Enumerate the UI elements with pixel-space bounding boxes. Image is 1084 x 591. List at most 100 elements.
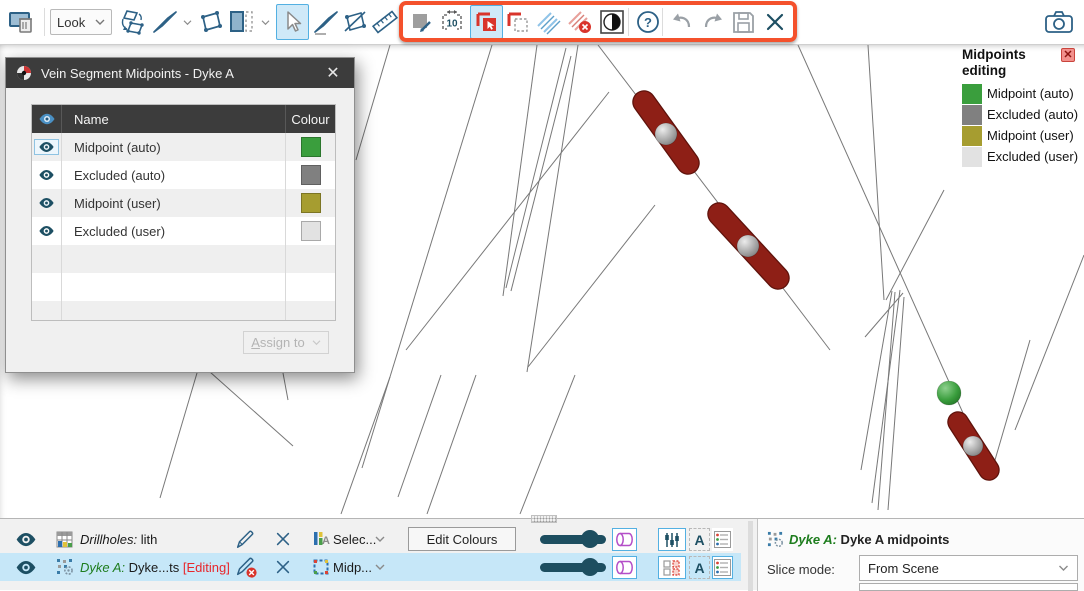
remove-object-button[interactable]: [274, 553, 292, 581]
select-similar-button[interactable]: [534, 7, 564, 37]
clear-scene-icon: [8, 9, 35, 36]
drillhole-trace-line: [520, 375, 575, 514]
draw-selection-tool-button[interactable]: [407, 7, 437, 37]
slice-mode-dropdown[interactable]: From Scene: [859, 555, 1078, 581]
legend-item: Excluded (auto): [956, 104, 1084, 125]
select-display-button[interactable]: [658, 556, 686, 579]
visibility-eye-button[interactable]: [14, 553, 38, 581]
close-editor-button[interactable]: [760, 7, 790, 37]
table-row[interactable]: Midpoint (auto): [32, 133, 335, 161]
visibility-toggle[interactable]: [38, 225, 55, 237]
clipping-toggle[interactable]: [612, 556, 637, 579]
deselect-points-button[interactable]: [503, 7, 533, 37]
selection-tolerance-button[interactable]: 10: [437, 7, 467, 37]
scene-object-row-dyke-a[interactable]: Dyke A: Dyke...ts [Editing] Midp..: [0, 553, 741, 581]
screenshot-button[interactable]: [1044, 7, 1074, 37]
panel-resize-grip[interactable]: [531, 515, 557, 523]
table-row[interactable]: Excluded (auto): [32, 161, 335, 189]
filter-values-button[interactable]: [658, 528, 686, 551]
table-row[interactable]: Midpoint (user): [32, 189, 335, 217]
excluded-sphere[interactable]: [963, 436, 983, 456]
text-format-button[interactable]: A: [689, 528, 710, 551]
row-name: Midpoint (user): [62, 189, 285, 217]
shape-dropdown-chevron[interactable]: [375, 553, 385, 581]
properties-title-prefix: Dyke A:: [789, 532, 837, 547]
draw-blade-tool-button[interactable]: [311, 7, 341, 37]
shape-dropdown-label[interactable]: Selec...: [333, 525, 376, 553]
redo-button[interactable]: [698, 7, 728, 37]
visibility-eye-button[interactable]: [14, 525, 38, 553]
remove-similar-button[interactable]: [565, 7, 595, 37]
pencil-cancel-icon: [234, 555, 258, 579]
shape-dropdown-chevron[interactable]: [375, 525, 385, 553]
excluded-sphere[interactable]: [737, 235, 759, 257]
ruler-icon: [371, 8, 399, 36]
box-clip-chevron[interactable]: [258, 15, 272, 29]
sliders-icon: [663, 532, 681, 548]
vein-segment-midpoints-dialog: Vein Segment Midpoints - Dyke A ✕ Name C…: [5, 57, 355, 373]
remove-object-button[interactable]: [274, 525, 292, 553]
panel-splitter[interactable]: [748, 521, 753, 591]
slicer-tool-chevron[interactable]: [180, 15, 194, 29]
drillhole-trace-line: [886, 190, 944, 300]
show-legend-button-active[interactable]: [712, 556, 733, 579]
chevron-down-icon: [95, 18, 105, 26]
look-dropdown[interactable]: Look: [50, 9, 112, 35]
rotate-plane-tool-button[interactable]: [118, 7, 148, 37]
select-points-button-active[interactable]: [470, 5, 503, 39]
edit-colours-button[interactable]: Edit Colours: [408, 527, 516, 551]
legend-list-icon: [714, 559, 731, 576]
clear-scene-button[interactable]: [6, 7, 36, 37]
table-row[interactable]: Excluded (user): [32, 217, 335, 245]
tolerance-value: 10: [446, 19, 458, 30]
drillhole-trace-line: [868, 45, 884, 300]
dialog-title-bar[interactable]: Vein Segment Midpoints - Dyke A ✕: [6, 58, 354, 88]
text-format-button[interactable]: A: [689, 556, 710, 579]
main-toolbar: Look: [0, 0, 1084, 45]
legend-label: Excluded (auto): [987, 107, 1078, 122]
edit-object-button[interactable]: [234, 525, 256, 553]
colour-swatch[interactable]: [301, 193, 321, 213]
legend-close-button[interactable]: ✕: [1061, 48, 1075, 62]
shape-colourmap-icon: [313, 553, 329, 581]
contrast-view-button[interactable]: [597, 7, 627, 37]
chevron-down-icon: [1058, 564, 1069, 572]
help-button[interactable]: ?: [633, 7, 663, 37]
object-name: lith: [137, 532, 157, 547]
save-button[interactable]: [728, 7, 758, 37]
ruler-tool-button[interactable]: [370, 7, 400, 37]
shape-dropdown-label[interactable]: Midp...: [333, 553, 372, 581]
colour-swatch[interactable]: [301, 137, 321, 157]
dialog-close-button[interactable]: ✕: [322, 63, 344, 83]
legend-label: Excluded (user): [987, 149, 1078, 164]
visibility-toggle[interactable]: [34, 139, 59, 155]
properties-title: Dyke A: Dyke A midpoints: [789, 532, 949, 547]
midpoint-sphere[interactable]: [937, 381, 961, 405]
opacity-slider-knob[interactable]: [581, 558, 599, 576]
box-clip-tool-button[interactable]: [226, 7, 256, 37]
select-tool-button-active[interactable]: [276, 4, 309, 40]
svg-text:A: A: [322, 535, 330, 547]
clipping-toggle[interactable]: [612, 528, 637, 551]
scene-object-row-drillholes[interactable]: Drillholes: lith A Selec... Edit Colours: [0, 525, 741, 553]
blade-icon: [312, 8, 340, 36]
edit-polyline-tool-button[interactable]: [340, 7, 370, 37]
assign-to-button[interactable]: Assign to: [243, 331, 329, 354]
opacity-slider-knob[interactable]: [581, 530, 599, 548]
show-legend-button[interactable]: [712, 528, 733, 551]
tolerance-box-icon: 10: [438, 8, 466, 36]
polyline-tool-button[interactable]: [196, 7, 226, 37]
draw-slicer-tool-button[interactable]: [150, 7, 180, 37]
colour-swatch[interactable]: [301, 221, 321, 241]
edit-object-button-active[interactable]: [234, 553, 258, 581]
chevron-down-icon: [375, 535, 385, 543]
clip-cylinder-icon: [615, 532, 634, 547]
excluded-sphere[interactable]: [655, 123, 677, 145]
shape-values-icon: A: [313, 525, 330, 553]
select-points-icon: [474, 9, 500, 35]
undo-button[interactable]: [667, 7, 697, 37]
visibility-toggle[interactable]: [38, 169, 55, 181]
camera-icon: [1044, 8, 1074, 36]
visibility-toggle[interactable]: [38, 197, 55, 209]
colour-swatch[interactable]: [301, 165, 321, 185]
